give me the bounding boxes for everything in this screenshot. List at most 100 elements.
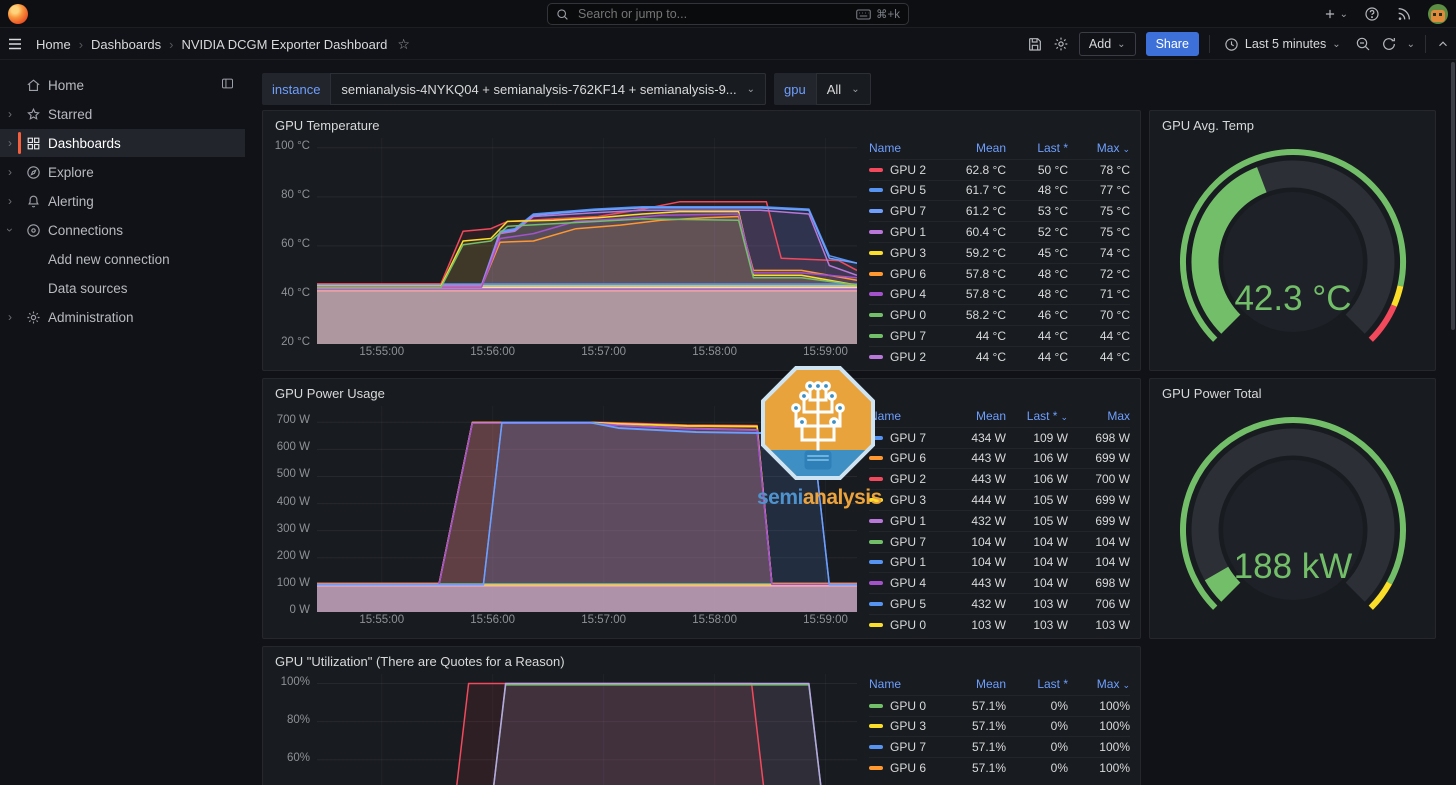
legend-row[interactable]: GPU 0103 W103 W103 W xyxy=(869,614,1130,634)
time-series-plot[interactable]: 15:55:0015:56:0015:57:0015:58:0015:59:00 xyxy=(317,674,857,785)
legend-col-name[interactable]: Name xyxy=(869,677,944,691)
legend-row[interactable]: GPU 058.2 °C46 °C70 °C xyxy=(869,304,1130,325)
sidebar-item-data-sources[interactable]: Data sources xyxy=(0,274,245,302)
breadcrumb-item[interactable]: NVIDIA DCGM Exporter Dashboard xyxy=(181,37,387,52)
legend-col-mean[interactable]: Mean xyxy=(944,677,1006,691)
panel-title[interactable]: GPU Power Total xyxy=(1150,379,1435,404)
zoom-out-icon[interactable] xyxy=(1355,36,1371,52)
add-panel-button[interactable]: Add ⌄ xyxy=(1079,32,1136,56)
legend-row[interactable]: GPU 1432 W105 W699 W xyxy=(869,510,1130,531)
variable-value-dropdown[interactable]: semianalysis-4NYKQ04 + semianalysis-762K… xyxy=(330,73,766,105)
legend-col-max[interactable]: Max⌄ xyxy=(1068,141,1130,155)
sidebar-item-connections[interactable]: ›Connections xyxy=(0,216,245,244)
panel-title[interactable]: GPU Avg. Temp xyxy=(1150,111,1435,136)
section-chevron-icon[interactable]: › xyxy=(2,310,18,324)
breadcrumb-separator: › xyxy=(169,37,173,52)
panel-title[interactable]: GPU Power Usage xyxy=(263,379,1140,404)
legend-row[interactable]: GPU 4443 W104 W698 W xyxy=(869,572,1130,593)
legend-cell-mean: 103 W xyxy=(944,618,1006,632)
sidebar-item-label: Administration xyxy=(48,310,134,325)
sidebar-item-administration[interactable]: › Administration xyxy=(0,303,245,331)
legend-row[interactable]: GPU 457.8 °C48 °C71 °C xyxy=(869,284,1130,305)
legend-cell-last: 0% xyxy=(1006,699,1068,713)
refresh-interval-dropdown[interactable]: ⌄ xyxy=(1407,39,1415,50)
legend-row[interactable]: GPU 262.8 °C50 °C78 °C xyxy=(869,159,1130,180)
legend-row[interactable]: GPU 5432 W103 W706 W xyxy=(869,593,1130,614)
legend-row[interactable]: GPU 657.8 °C48 °C72 °C xyxy=(869,263,1130,284)
variable-value-dropdown[interactable]: All⌄ xyxy=(816,73,871,105)
legend-row[interactable]: GPU 7104 W104 W104 W xyxy=(869,531,1130,552)
search-input[interactable] xyxy=(576,6,849,22)
series-color-swatch xyxy=(869,540,883,544)
chevron-down-icon: ⌄ xyxy=(851,84,859,95)
chevron-up-icon[interactable] xyxy=(1436,37,1450,51)
legend-col-last[interactable]: Last *⌄ xyxy=(1006,409,1068,423)
news-rss-icon[interactable] xyxy=(1396,6,1412,22)
variable-value-text: semianalysis-4NYKQ04 + semianalysis-762K… xyxy=(341,82,736,97)
legend-row[interactable]: GPU 357.1%0%100% xyxy=(869,716,1130,737)
section-chevron-icon[interactable]: › xyxy=(2,136,18,150)
x-axis: 15:55:0015:56:0015:57:0015:58:0015:59:00 xyxy=(317,346,857,364)
legend-cell-name: GPU 7 xyxy=(869,535,944,549)
legend-row[interactable]: GPU 057.1%0%100% xyxy=(869,695,1130,716)
help-icon[interactable] xyxy=(1364,6,1380,22)
scrollbar-thumb[interactable] xyxy=(1451,62,1455,330)
star-icon xyxy=(18,106,48,123)
legend-col-last[interactable]: Last * xyxy=(1006,677,1068,691)
series-name: GPU 7 xyxy=(890,204,926,218)
section-chevron-icon[interactable]: › xyxy=(2,165,18,179)
sidebar-item-starred[interactable]: ›Starred xyxy=(0,100,245,128)
legend-row[interactable]: GPU 2443 W106 W700 W xyxy=(869,468,1130,489)
legend-row[interactable]: GPU 761.2 °C53 °C75 °C xyxy=(869,200,1130,221)
legend-col-max[interactable]: Max⌄ xyxy=(1068,677,1130,691)
time-series-plot[interactable]: 15:55:0015:56:0015:57:0015:58:0015:59:00 xyxy=(317,138,857,366)
legend-row[interactable]: GPU 3444 W105 W699 W xyxy=(869,489,1130,510)
save-dashboard-icon[interactable] xyxy=(1027,36,1043,52)
x-tick-label: 15:56:00 xyxy=(458,346,528,358)
legend-row[interactable]: GPU 160.4 °C52 °C75 °C xyxy=(869,221,1130,242)
series-color-swatch xyxy=(869,498,883,502)
sidebar-item-home[interactable]: Home xyxy=(0,71,245,99)
dashboard-settings-icon[interactable] xyxy=(1053,36,1069,52)
legend-row[interactable]: GPU 244 °C44 °C44 °C xyxy=(869,346,1130,366)
refresh-icon[interactable] xyxy=(1381,36,1397,52)
legend-col-last[interactable]: Last * xyxy=(1006,141,1068,155)
legend-col-max[interactable]: Max xyxy=(1068,409,1130,423)
series-name: GPU 4 xyxy=(890,287,926,301)
legend-row[interactable]: GPU 359.2 °C45 °C74 °C xyxy=(869,242,1130,263)
time-range-picker[interactable]: Last 5 minutes ⌄ xyxy=(1220,37,1345,52)
share-button[interactable]: Share xyxy=(1146,32,1199,56)
series-name: GPU 0 xyxy=(890,699,926,713)
legend-row[interactable]: GPU 561.7 °C48 °C77 °C xyxy=(869,180,1130,201)
legend-col-name[interactable]: Name xyxy=(869,141,944,155)
legend-row[interactable]: GPU 1104 W104 W104 W xyxy=(869,552,1130,573)
section-chevron-icon[interactable]: › xyxy=(3,222,17,238)
series-name: GPU 4 xyxy=(890,576,926,590)
sidebar-item-alerting[interactable]: ›Alerting xyxy=(0,187,245,215)
new-menu-button[interactable]: ⌄ xyxy=(1323,7,1348,21)
legend-row[interactable]: GPU 757.1%0%100% xyxy=(869,736,1130,757)
sidebar-item-add-new-connection[interactable]: Add new connection xyxy=(0,245,245,273)
legend-col-mean[interactable]: Mean xyxy=(944,141,1006,155)
sidebar-item-explore[interactable]: ›Explore xyxy=(0,158,245,186)
section-chevron-icon[interactable]: › xyxy=(2,107,18,121)
panel-title[interactable]: GPU "Utilization" (There are Quotes for … xyxy=(263,647,1140,672)
user-avatar[interactable] xyxy=(1428,4,1448,24)
mega-menu-toggle-icon[interactable] xyxy=(6,35,24,53)
legend-row[interactable]: GPU 744 °C44 °C44 °C xyxy=(869,325,1130,346)
breadcrumb-item[interactable]: Home xyxy=(36,37,71,52)
legend-col-mean[interactable]: Mean xyxy=(944,409,1006,423)
breadcrumb-item[interactable]: Dashboards xyxy=(91,37,161,52)
section-chevron-icon[interactable]: › xyxy=(2,194,18,208)
time-series-plot[interactable]: 15:55:0015:56:0015:57:0015:58:0015:59:00 xyxy=(317,406,857,634)
legend-row[interactable]: GPU 6443 W106 W699 W xyxy=(869,448,1130,469)
dock-menu-icon[interactable] xyxy=(220,76,235,94)
legend-col-name[interactable]: Name xyxy=(869,409,944,423)
search-box[interactable]: ⌘+k xyxy=(547,3,909,25)
favorite-star-icon[interactable]: ☆ xyxy=(397,36,410,53)
grafana-logo-icon[interactable] xyxy=(8,4,28,24)
sidebar-item-dashboards[interactable]: ›Dashboards xyxy=(0,129,245,157)
legend-row[interactable]: GPU 7434 W109 W698 W xyxy=(869,427,1130,448)
panel-title[interactable]: GPU Temperature xyxy=(263,111,1140,136)
legend-row[interactable]: GPU 657.1%0%100% xyxy=(869,757,1130,778)
